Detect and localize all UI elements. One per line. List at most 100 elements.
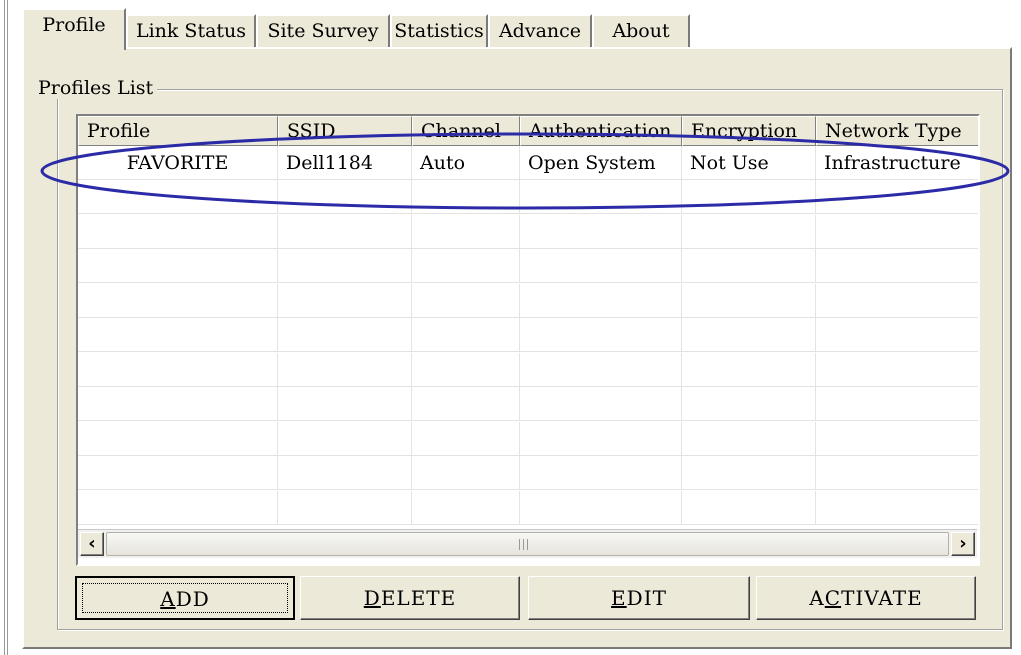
empty-cell	[682, 352, 816, 387]
empty-cell	[278, 249, 412, 283]
column-header-authentication[interactable]: Authentication	[520, 116, 682, 146]
empty-cell	[78, 283, 278, 318]
empty-cell	[278, 180, 412, 214]
tab-about-label: About	[612, 20, 670, 42]
edit-button[interactable]: EDIT	[528, 576, 750, 620]
list-item-empty	[78, 318, 978, 352]
list-item-empty	[78, 421, 978, 456]
list-item-empty	[78, 490, 978, 525]
empty-cell	[816, 318, 978, 352]
add-rest: DD	[175, 587, 210, 611]
list-item-empty	[78, 180, 978, 214]
empty-cell	[816, 353, 978, 387]
column-header-encryption[interactable]: Encryption	[682, 116, 816, 146]
empty-cell	[520, 490, 682, 525]
empty-cell	[412, 456, 520, 490]
empty-cell	[412, 387, 520, 421]
cell-profile: FAVORITE	[78, 146, 278, 180]
table-row-favorite[interactable]: FAVORITE Dell1184 Auto Open System Not U…	[78, 146, 978, 180]
empty-cell	[78, 214, 278, 249]
empty-cell	[682, 283, 816, 318]
empty-cell	[520, 352, 682, 387]
empty-cell	[520, 180, 682, 214]
list-item-empty	[78, 214, 978, 249]
tab-site-survey-label: Site Survey	[267, 20, 379, 42]
empty-cell	[520, 421, 682, 456]
tab-about[interactable]: About	[592, 14, 690, 48]
empty-cell	[412, 318, 520, 352]
delete-rest: ELETE	[380, 586, 457, 610]
tab-link-status[interactable]: Link Status	[126, 14, 256, 48]
empty-cell	[412, 180, 520, 214]
cell-network-type: Infrastructure	[816, 146, 978, 180]
cell-encryption: Not Use	[682, 146, 816, 180]
empty-cell	[816, 215, 978, 249]
window-left-edge	[0, 0, 10, 655]
column-header-ssid[interactable]: SSID	[278, 116, 412, 146]
empty-cell	[78, 180, 278, 214]
list-item-empty	[78, 352, 978, 387]
tab-profile[interactable]: Profile	[22, 8, 126, 50]
add-button-label: ADD	[160, 587, 210, 611]
column-header-channel[interactable]: Channel	[412, 116, 520, 146]
cell-authentication: Open System	[520, 146, 682, 180]
empty-cell	[520, 283, 682, 318]
scrollbar-thumb[interactable]	[106, 532, 949, 556]
empty-cell	[278, 456, 412, 490]
empty-cell	[278, 318, 412, 352]
empty-cell	[78, 490, 278, 525]
delete-button[interactable]: DELETE	[300, 576, 520, 620]
activate-button[interactable]: ACTIVATE	[756, 576, 976, 620]
tab-site-survey[interactable]: Site Survey	[256, 14, 390, 48]
list-item-empty	[78, 283, 978, 318]
empty-cell	[816, 491, 978, 525]
empty-cell	[816, 387, 978, 421]
activate-rest: TIVATE	[841, 586, 923, 610]
edit-button-label: EDIT	[611, 586, 667, 610]
column-header-profile[interactable]: Profile	[78, 116, 278, 146]
empty-cell	[78, 421, 278, 456]
empty-cell	[412, 490, 520, 525]
empty-cell	[816, 456, 978, 490]
empty-cell	[816, 180, 978, 214]
empty-cell	[682, 318, 816, 352]
empty-cell	[682, 456, 816, 490]
empty-cell	[412, 352, 520, 387]
arrow-left-icon[interactable]: ‹	[80, 532, 104, 556]
empty-cell	[682, 180, 816, 214]
cell-channel: Auto	[412, 146, 520, 180]
empty-cell	[78, 387, 278, 421]
empty-cell	[278, 352, 412, 387]
empty-cell	[78, 249, 278, 283]
delete-accel: D	[363, 586, 381, 610]
empty-cell	[78, 352, 278, 387]
column-header-network-type[interactable]: Network Type	[816, 116, 978, 146]
empty-cell	[682, 387, 816, 421]
empty-cell	[412, 249, 520, 283]
empty-cell	[278, 490, 412, 525]
empty-cell	[682, 249, 816, 283]
cell-ssid: Dell1184	[278, 146, 412, 180]
empty-cell	[682, 421, 816, 456]
horizontal-scrollbar[interactable]: ‹ ›	[78, 529, 977, 558]
empty-cell	[520, 387, 682, 421]
list-item-empty	[78, 387, 978, 421]
edit-rest: DIT	[626, 586, 667, 610]
empty-cell	[278, 283, 412, 318]
empty-cell	[278, 387, 412, 421]
profiles-list-view[interactable]: Profile SSID Channel Authentication Encr…	[76, 114, 980, 566]
list-item-empty	[78, 456, 978, 490]
empty-cell	[78, 456, 278, 490]
grip-icon	[519, 539, 531, 550]
tab-statistics[interactable]: Statistics	[390, 14, 488, 48]
profiles-list-title: Profiles List	[34, 77, 158, 99]
tab-advance[interactable]: Advance	[488, 14, 592, 48]
tab-link-status-label: Link Status	[135, 20, 247, 42]
empty-cell	[520, 456, 682, 490]
list-header: Profile SSID Channel Authentication Encr…	[78, 116, 978, 146]
edit-accel: E	[611, 586, 627, 610]
add-button[interactable]: ADD	[75, 576, 295, 620]
arrow-right-icon[interactable]: ›	[951, 532, 975, 556]
tab-strip: Profile Link Status Site Survey Statisti…	[22, 8, 1012, 50]
empty-cell	[520, 249, 682, 283]
